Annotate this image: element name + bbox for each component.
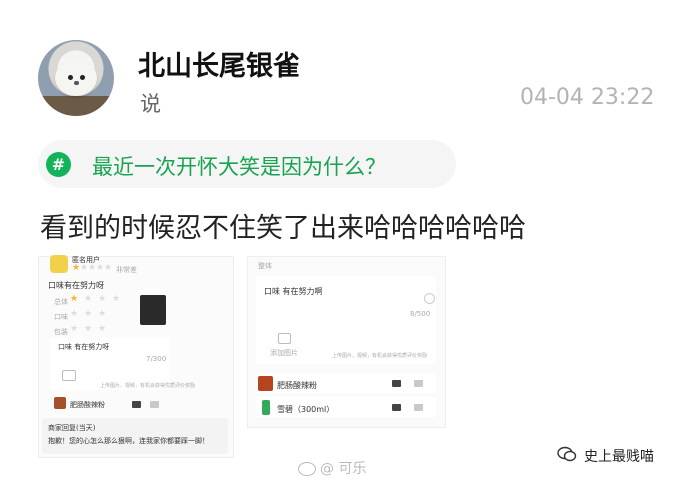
said-label: 说: [140, 92, 161, 116]
rating-star-icon: ★: [72, 263, 81, 273]
dish-thumbnail: [262, 400, 270, 415]
rating-star-icon: ★: [112, 294, 121, 304]
camera-icon[interactable]: [62, 370, 76, 381]
timestamp: 04-04 23:22: [520, 85, 655, 110]
merchant-reply-text: 抱歉！您的心怎么那么狠啊，连我家你都要踩一脚！: [48, 437, 209, 445]
right-dish-name: 肥肠酸辣粉: [277, 381, 317, 390]
post-text: 看到的时候忍不住笑了出来哈哈哈哈哈哈: [40, 213, 526, 244]
rating-star-icon: ★: [84, 294, 93, 304]
rating-star-icon: ★: [70, 324, 79, 334]
left-row-label: 总体: [54, 298, 68, 306]
right-counter: 8/500: [410, 310, 431, 318]
right-upload-hint: 上传图片、视频，有机会获得优质评价奖励: [332, 353, 428, 359]
thumb-down-icon[interactable]: [392, 404, 401, 411]
rating-star-icon: ★: [70, 309, 79, 319]
thumb-down-icon[interactable]: [132, 401, 141, 408]
right-add-photo[interactable]: 添加图片: [270, 348, 298, 358]
thumb-down-icon[interactable]: [392, 380, 401, 387]
dish-thumbnail: [258, 376, 273, 391]
right-header: 整体: [258, 262, 272, 270]
account-watermark: 史上最贱喵: [584, 449, 654, 465]
left-row-label: 包装: [54, 328, 68, 336]
left-input-text: 口味 有在努力呀: [58, 343, 110, 351]
food-photo[interactable]: [140, 295, 166, 325]
weibo-watermark: @ 可乐: [298, 458, 366, 478]
shop-avatar-icon: [50, 255, 68, 273]
merchant-reply-title: 商家回复(当天): [48, 424, 96, 432]
avatar[interactable]: [38, 40, 114, 116]
thumb-up-icon[interactable]: [414, 404, 423, 411]
camera-icon[interactable]: [278, 333, 291, 344]
topic-text[interactable]: 最近一次开怀大笑是因为什么？: [92, 151, 386, 181]
rating-star-icon: ★: [70, 294, 79, 304]
left-dish-name: 肥肠酸辣粉: [70, 401, 105, 409]
left-counter: 7/300: [146, 355, 167, 363]
rating-star-icon: ★: [84, 309, 93, 319]
username[interactable]: 北山长尾银雀: [138, 44, 300, 83]
right-dish-name: 雪碧（300ml）: [277, 405, 335, 414]
thumb-up-icon[interactable]: [414, 380, 423, 387]
right-review-text: 口味 有在努力啊: [264, 287, 323, 296]
topic-hashtag-icon: #: [46, 152, 71, 177]
avatar-beak: [74, 81, 79, 85]
thumb-up-icon[interactable]: [150, 401, 159, 408]
dish-thumbnail: [54, 397, 66, 409]
rating-star-icon: ★: [96, 263, 105, 273]
toggle-icon[interactable]: [424, 293, 435, 304]
weibo-handle: @ 可乐: [320, 461, 367, 477]
rating-star-icon: ★: [84, 324, 93, 334]
left-review-text: 口味有在努力呀: [48, 281, 104, 290]
avatar-eye-right: [80, 75, 85, 80]
rating-star-icon: ★: [98, 294, 107, 304]
rating-star-icon: ★: [98, 309, 107, 319]
avatar-branch: [38, 96, 114, 116]
avatar-eye-left: [68, 75, 73, 80]
left-rating-label: 非常差: [116, 266, 137, 274]
rating-star-icon: ★: [98, 324, 107, 334]
rating-star-icon: ★: [104, 263, 113, 273]
rating-star-icon: ★: [88, 263, 97, 273]
wechat-icon: [557, 446, 577, 462]
rating-star-icon: ★: [80, 263, 89, 273]
left-row-label: 口味: [54, 313, 68, 321]
left-upload-hint: 上传图片、视频，有机会获得优质评价奖励: [100, 383, 196, 389]
avatar-bird: [55, 60, 97, 96]
weibo-icon: [298, 462, 316, 476]
